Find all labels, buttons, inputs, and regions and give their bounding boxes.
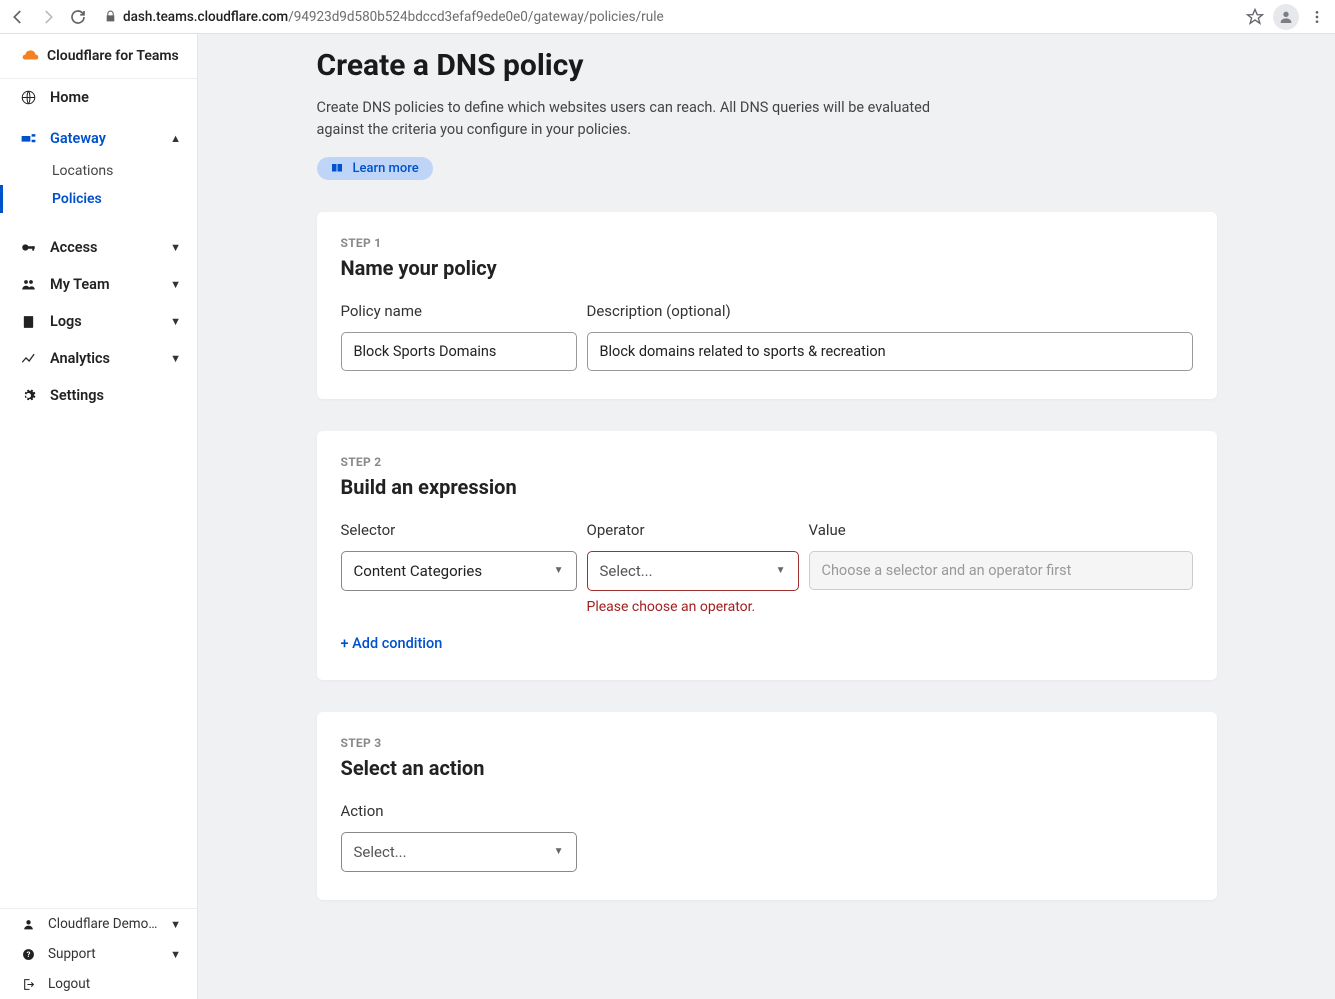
learn-more-label: Learn more bbox=[353, 161, 419, 176]
action-label: Action bbox=[341, 802, 577, 820]
support-link[interactable]: ? Support ▼ bbox=[0, 939, 197, 969]
brand[interactable]: Cloudflare for Teams bbox=[0, 34, 197, 79]
action-placeholder: Select... bbox=[354, 843, 407, 861]
nav-analytics[interactable]: Analytics ▼ bbox=[0, 340, 197, 377]
team-icon bbox=[20, 278, 36, 291]
home-icon bbox=[20, 90, 36, 105]
selector-label: Selector bbox=[341, 521, 577, 539]
chevron-down-icon: ▼ bbox=[554, 565, 564, 576]
operator-placeholder: Select... bbox=[600, 562, 653, 580]
nav-home[interactable]: Home bbox=[0, 79, 197, 116]
nav-home-label: Home bbox=[50, 89, 89, 106]
user-icon bbox=[20, 918, 36, 931]
step3-label: STEP 3 bbox=[341, 736, 1193, 750]
add-condition-button[interactable]: + Add condition bbox=[341, 635, 1193, 652]
operator-error: Please choose an operator. bbox=[587, 599, 799, 615]
value-label: Value bbox=[809, 521, 1193, 539]
operator-dropdown[interactable]: Select... ▼ bbox=[587, 551, 799, 591]
step3-title: Select an action bbox=[341, 756, 1193, 780]
analytics-icon bbox=[20, 352, 36, 365]
browser-reload-icon[interactable] bbox=[66, 5, 90, 29]
learn-more-button[interactable]: Learn more bbox=[317, 157, 433, 180]
book-icon bbox=[331, 163, 343, 173]
help-icon: ? bbox=[20, 948, 36, 961]
account-name: Cloudflare Demo d... bbox=[48, 916, 158, 932]
chevron-down-icon: ▼ bbox=[776, 565, 786, 576]
nav-gateway[interactable]: Gateway ▲ bbox=[0, 120, 197, 157]
chevron-up-icon: ▲ bbox=[170, 132, 181, 145]
chevron-down-icon: ▼ bbox=[170, 918, 181, 931]
browser-back-icon[interactable] bbox=[6, 5, 30, 29]
chevron-down-icon: ▼ bbox=[170, 352, 181, 365]
logs-icon bbox=[20, 315, 36, 329]
chevron-down-icon: ▼ bbox=[170, 278, 181, 291]
gateway-icon bbox=[20, 132, 36, 145]
browser-profile-icon[interactable] bbox=[1273, 4, 1299, 30]
url-path: /94923d9d580b524bdccd3efaf9ede0e0/gatewa… bbox=[288, 9, 663, 25]
brand-label: Cloudflare for Teams bbox=[47, 48, 179, 64]
support-label: Support bbox=[48, 946, 96, 962]
browser-toolbar: dash.teams.cloudflare.com/94923d9d580b52… bbox=[0, 0, 1335, 34]
sidebar: Cloudflare for Teams Home Gateway ▲ Loca… bbox=[0, 34, 198, 999]
nav-gateway-label: Gateway bbox=[50, 130, 106, 147]
nav-logs[interactable]: Logs ▼ bbox=[0, 303, 197, 340]
nav-myteam[interactable]: My Team ▼ bbox=[0, 266, 197, 303]
url-host: dash.teams.cloudflare.com bbox=[123, 9, 288, 25]
step1-title: Name your policy bbox=[341, 256, 1193, 280]
step1-card: STEP 1 Name your policy Policy name Desc… bbox=[317, 212, 1217, 399]
page-description: Create DNS policies to define which webs… bbox=[317, 97, 937, 141]
step3-card: STEP 3 Select an action Action Select...… bbox=[317, 712, 1217, 900]
selector-value: Content Categories bbox=[354, 562, 483, 580]
step2-title: Build an expression bbox=[341, 475, 1193, 499]
page-title: Create a DNS policy bbox=[317, 48, 1217, 83]
gear-icon bbox=[20, 388, 36, 403]
main-content: Create a DNS policy Create DNS policies … bbox=[198, 34, 1335, 999]
description-input[interactable] bbox=[587, 332, 1193, 371]
browser-menu-icon[interactable] bbox=[1305, 5, 1329, 29]
operator-label: Operator bbox=[587, 521, 799, 539]
browser-star-icon[interactable] bbox=[1243, 5, 1267, 29]
step1-label: STEP 1 bbox=[341, 236, 1193, 250]
action-dropdown[interactable]: Select... ▼ bbox=[341, 832, 577, 872]
nav-myteam-label: My Team bbox=[50, 276, 110, 293]
nav-analytics-label: Analytics bbox=[50, 350, 110, 367]
nav-settings-label: Settings bbox=[50, 387, 104, 404]
access-icon bbox=[20, 240, 36, 255]
nav-settings[interactable]: Settings bbox=[0, 377, 197, 414]
logout-link[interactable]: Logout bbox=[0, 969, 197, 999]
svg-text:?: ? bbox=[26, 950, 30, 959]
policy-name-label: Policy name bbox=[341, 302, 577, 320]
logout-icon bbox=[20, 978, 36, 991]
value-input: Choose a selector and an operator first bbox=[809, 551, 1193, 590]
logout-label: Logout bbox=[48, 976, 90, 992]
browser-url-bar[interactable]: dash.teams.cloudflare.com/94923d9d580b52… bbox=[96, 9, 1237, 25]
nav-policies[interactable]: Policies bbox=[0, 185, 197, 213]
chevron-down-icon: ▼ bbox=[554, 846, 564, 857]
nav-access[interactable]: Access ▼ bbox=[0, 229, 197, 266]
nav-access-label: Access bbox=[50, 239, 98, 256]
lock-icon bbox=[104, 10, 117, 23]
policy-name-input[interactable] bbox=[341, 332, 577, 371]
selector-dropdown[interactable]: Content Categories ▼ bbox=[341, 551, 577, 591]
step2-label: STEP 2 bbox=[341, 455, 1193, 469]
nav-locations[interactable]: Locations bbox=[0, 157, 197, 185]
step2-card: STEP 2 Build an expression Selector Cont… bbox=[317, 431, 1217, 680]
account-switcher[interactable]: Cloudflare Demo d... ▼ bbox=[0, 909, 197, 939]
description-label: Description (optional) bbox=[587, 302, 1193, 320]
cloudflare-logo-icon bbox=[22, 49, 39, 63]
chevron-down-icon: ▼ bbox=[170, 241, 181, 254]
chevron-down-icon: ▼ bbox=[170, 315, 181, 328]
nav-logs-label: Logs bbox=[50, 313, 82, 330]
browser-forward-icon[interactable] bbox=[36, 5, 60, 29]
chevron-down-icon: ▼ bbox=[170, 948, 181, 961]
